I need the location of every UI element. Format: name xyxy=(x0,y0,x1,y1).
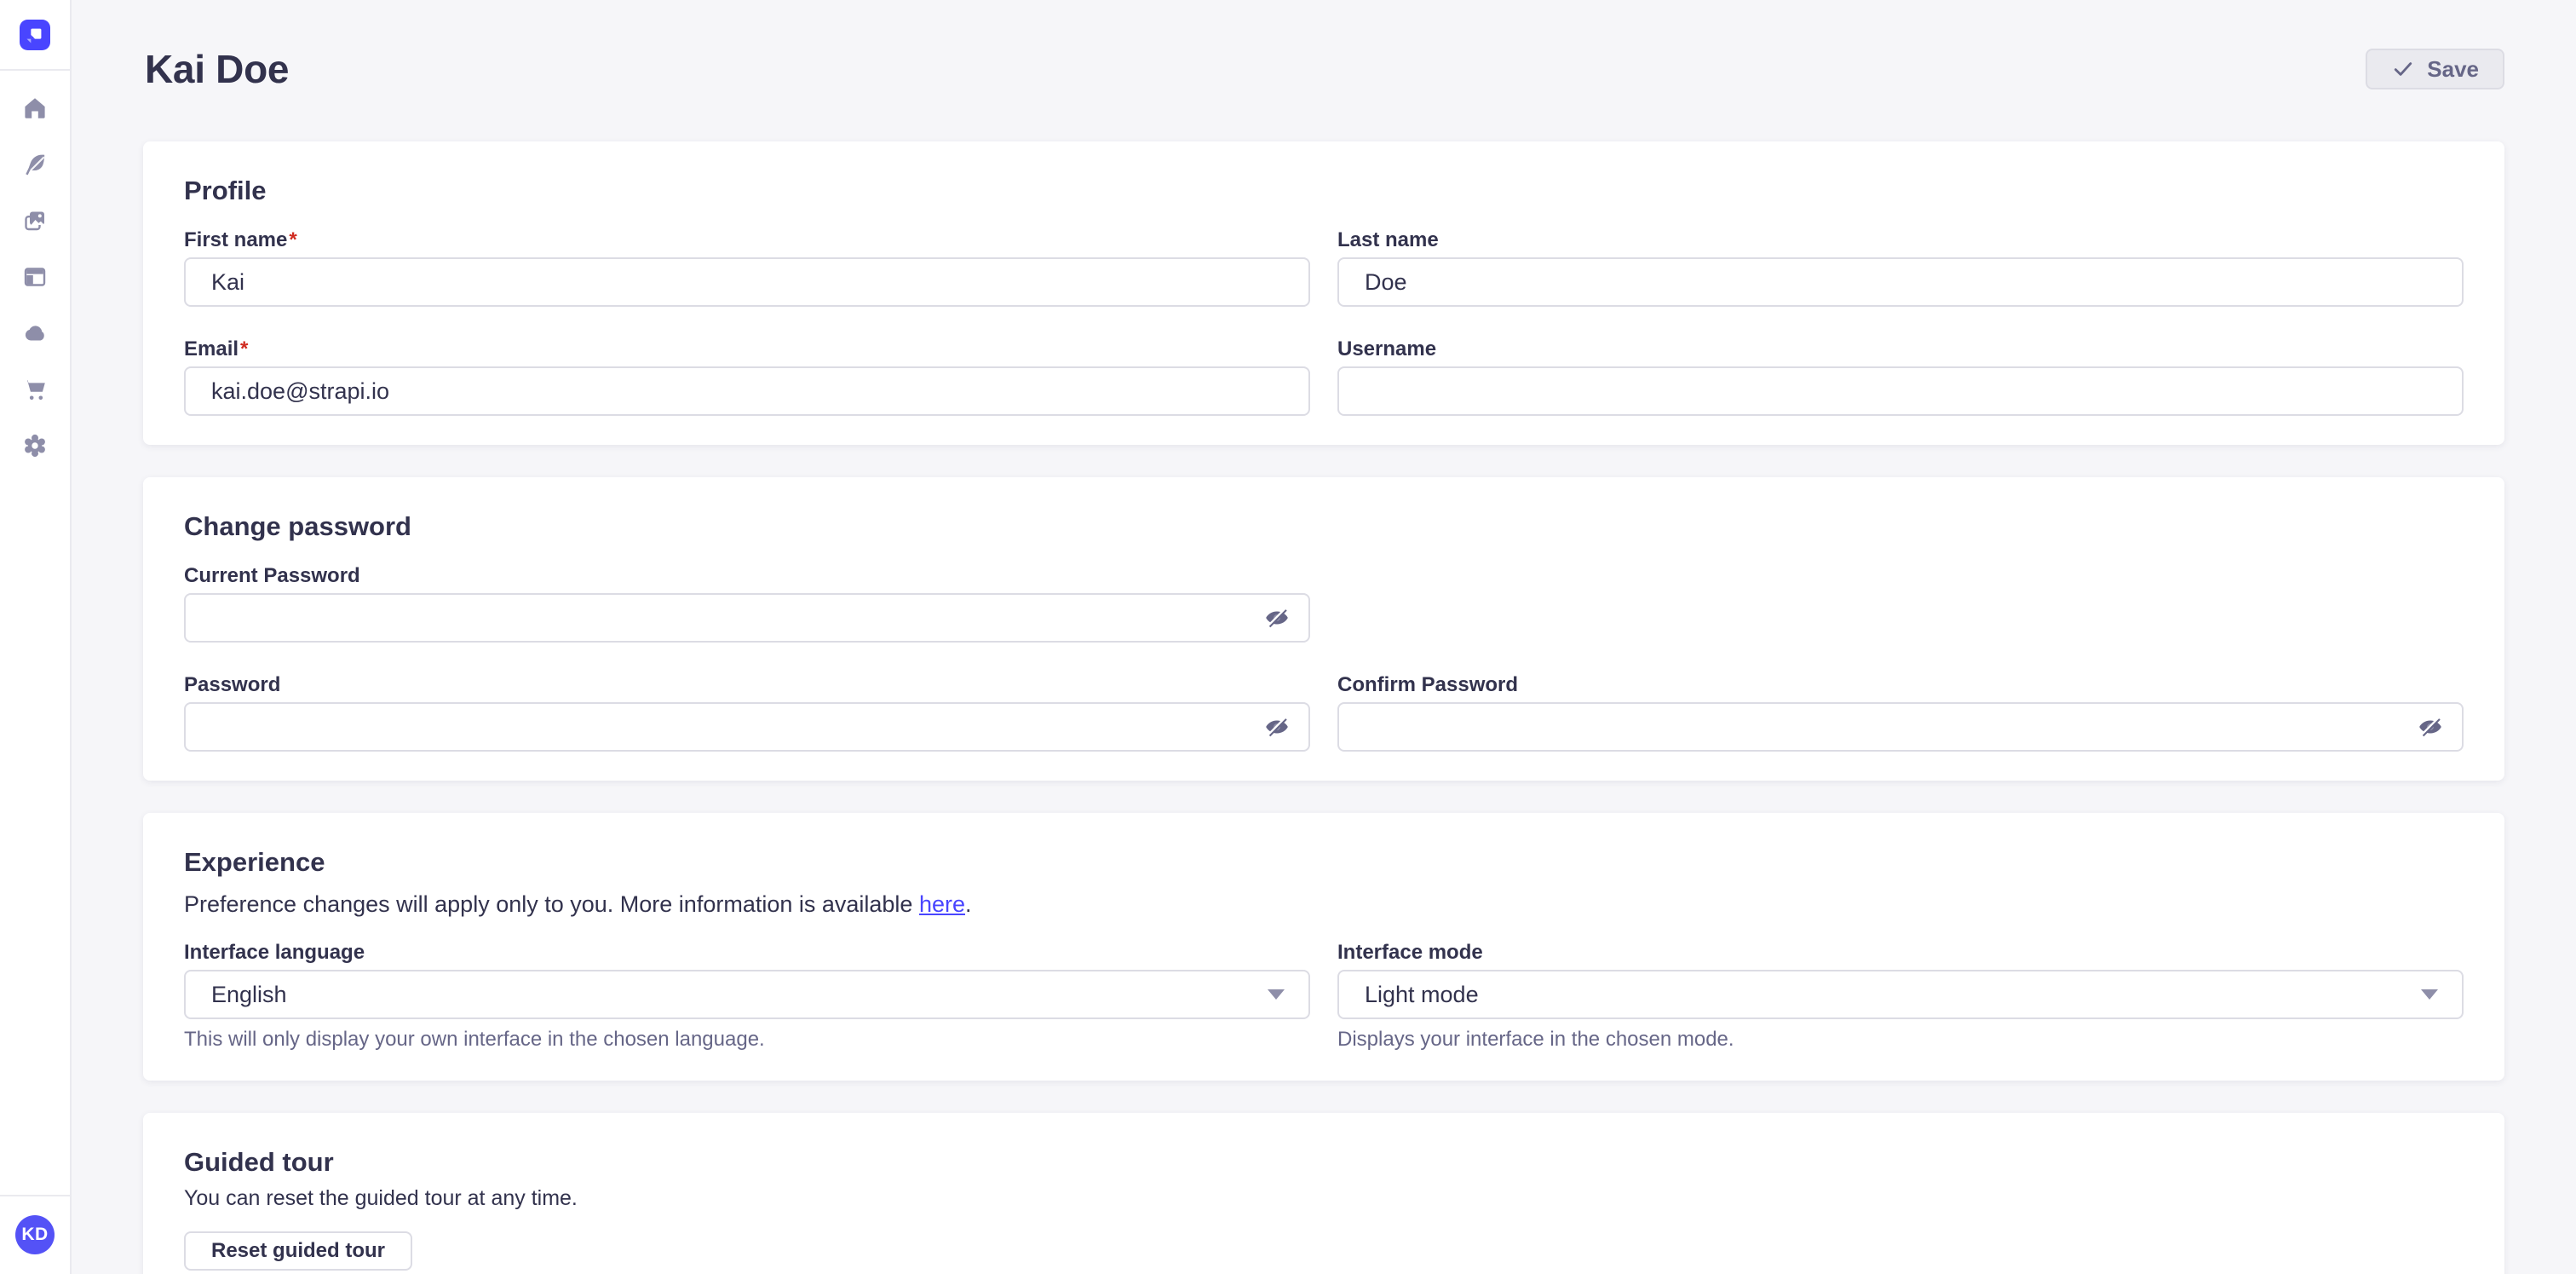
eye-slash-icon xyxy=(1265,715,1289,739)
current-password-field: Current Password xyxy=(184,564,1310,643)
toggle-confirm-password-visibility-button[interactable] xyxy=(2416,712,2445,741)
username-input[interactable] xyxy=(1337,366,2464,416)
images-icon xyxy=(22,208,48,233)
last-name-label-text: Last name xyxy=(1337,228,1439,251)
experience-card: Experience Preference changes will apply… xyxy=(143,813,2504,1081)
confirm-password-input[interactable] xyxy=(1337,702,2464,752)
page-header: Kai Doe Save xyxy=(143,46,2504,92)
sidebar-item-home[interactable] xyxy=(16,95,54,121)
last-name-label: Last name xyxy=(1337,228,2464,252)
sidebar-item-marketplace[interactable] xyxy=(16,377,54,402)
confirm-password-label-text: Confirm Password xyxy=(1337,673,1518,696)
current-password-input-wrap xyxy=(184,593,1310,643)
new-password-label: Password xyxy=(184,673,1310,697)
toggle-current-password-visibility-button[interactable] xyxy=(1262,603,1291,632)
email-input[interactable] xyxy=(184,366,1310,416)
save-button-label: Save xyxy=(2427,56,2479,83)
interface-mode-field: Interface mode Light mode Displays your … xyxy=(1337,941,2464,1052)
layout-icon xyxy=(22,264,48,290)
username-label: Username xyxy=(1337,337,2464,361)
current-password-label-text: Current Password xyxy=(184,564,360,587)
guided-tour-card: Guided tour You can reset the guided tou… xyxy=(143,1113,2504,1274)
sidebar-footer: KD xyxy=(0,1195,71,1274)
first-name-field: First name* xyxy=(184,228,1310,307)
last-name-field: Last name xyxy=(1337,228,2464,307)
experience-description: Preference changes will apply only to yo… xyxy=(184,890,2464,919)
sidebar-item-deploy[interactable] xyxy=(16,320,54,346)
eye-slash-icon xyxy=(1265,606,1289,630)
check-icon xyxy=(2391,57,2415,81)
email-label-text: Email xyxy=(184,337,239,360)
interface-mode-value: Light mode xyxy=(1365,982,1479,1008)
sidebar-nav xyxy=(16,71,54,458)
experience-section-title: Experience xyxy=(184,847,2464,878)
new-password-input[interactable] xyxy=(184,702,1310,752)
interface-language-select[interactable]: English xyxy=(184,970,1310,1019)
sidebar-item-media-library[interactable] xyxy=(16,208,54,233)
cart-icon xyxy=(22,377,48,402)
experience-description-prefix: Preference changes will apply only to yo… xyxy=(184,891,919,917)
username-label-text: Username xyxy=(1337,337,1436,360)
email-field: Email* xyxy=(184,337,1310,416)
interface-language-hint: This will only display your own interfac… xyxy=(184,1028,1310,1052)
confirm-password-input-wrap xyxy=(1337,702,2464,752)
guided-tour-section-title: Guided tour xyxy=(184,1147,2464,1178)
interface-language-field: Interface language English This will onl… xyxy=(184,941,1310,1052)
profile-card: Profile First name* Last name Email* xyxy=(143,141,2504,445)
interface-language-value: English xyxy=(211,982,287,1008)
confirm-password-label: Confirm Password xyxy=(1337,673,2464,697)
email-label: Email* xyxy=(184,337,1310,361)
sidebar-item-content-manager[interactable] xyxy=(16,152,54,177)
chevron-down-icon xyxy=(1268,989,1285,1000)
chevron-down-icon xyxy=(2421,989,2438,1000)
password-grid-spacer xyxy=(1337,564,2464,643)
profile-field-grid: First name* Last name Email* Username xyxy=(184,228,2464,416)
change-password-card: Change password Current Password xyxy=(143,477,2504,781)
first-name-label-text: First name xyxy=(184,228,287,251)
new-password-input-wrap xyxy=(184,702,1310,752)
interface-mode-label-text: Interface mode xyxy=(1337,941,1483,964)
avatar[interactable]: KD xyxy=(15,1215,55,1254)
interface-mode-select[interactable]: Light mode xyxy=(1337,970,2464,1019)
first-name-input[interactable] xyxy=(184,257,1310,307)
cloud-icon xyxy=(22,320,48,346)
strapi-logo[interactable] xyxy=(0,0,71,71)
new-password-label-text: Password xyxy=(184,673,280,696)
password-field-grid: Current Password xyxy=(184,564,2464,752)
new-password-field: Password xyxy=(184,673,1310,752)
username-field: Username xyxy=(1337,337,2464,416)
current-password-input[interactable] xyxy=(184,593,1310,643)
toggle-new-password-visibility-button[interactable] xyxy=(1262,712,1291,741)
sidebar-item-content-type-builder[interactable] xyxy=(16,264,54,290)
interface-language-label-text: Interface language xyxy=(184,941,365,964)
profile-section-title: Profile xyxy=(184,176,2464,206)
more-information-link[interactable]: here xyxy=(919,891,965,917)
current-password-label: Current Password xyxy=(184,564,1310,588)
feather-icon xyxy=(22,152,48,177)
confirm-password-field: Confirm Password xyxy=(1337,673,2464,752)
page-title: Kai Doe xyxy=(145,46,289,92)
first-name-label: First name* xyxy=(184,228,1310,252)
strapi-logo-icon xyxy=(20,20,50,50)
required-asterisk: * xyxy=(289,228,296,251)
interface-mode-hint: Displays your interface in the chosen mo… xyxy=(1337,1028,2464,1052)
experience-description-suffix: . xyxy=(965,891,972,917)
interface-mode-label: Interface mode xyxy=(1337,941,2464,965)
last-name-input[interactable] xyxy=(1337,257,2464,307)
required-asterisk: * xyxy=(240,337,248,360)
reset-guided-tour-button[interactable]: Reset guided tour xyxy=(184,1231,412,1271)
eye-slash-icon xyxy=(2418,715,2442,739)
interface-language-label: Interface language xyxy=(184,941,1310,965)
sidebar: KD xyxy=(0,0,72,1274)
experience-field-grid: Interface language English This will onl… xyxy=(184,941,2464,1052)
guided-tour-description: You can reset the guided tour at any tim… xyxy=(184,1186,2464,1211)
save-button[interactable]: Save xyxy=(2366,49,2504,89)
gear-icon xyxy=(22,433,48,458)
home-icon xyxy=(22,95,48,121)
sidebar-item-settings[interactable] xyxy=(16,433,54,458)
change-password-section-title: Change password xyxy=(184,511,2464,542)
main-content: Kai Doe Save Profile First name* Last na… xyxy=(72,0,2576,1274)
